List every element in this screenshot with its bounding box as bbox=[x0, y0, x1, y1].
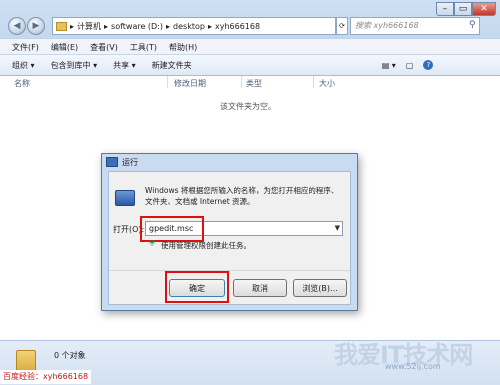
cancel-button[interactable]: 取消 bbox=[233, 279, 287, 297]
breadcrumb-desktop[interactable]: desktop bbox=[173, 22, 205, 31]
include-in-library-button[interactable]: 包含到库中 ▾ bbox=[51, 60, 98, 71]
folder-icon bbox=[56, 21, 67, 31]
minimize-icon: – bbox=[442, 4, 448, 14]
breadcrumb-separator: ▸ bbox=[166, 21, 171, 31]
dialog-divider bbox=[109, 270, 350, 271]
help-icon: ? bbox=[423, 60, 434, 70]
search-icon: ⚲ bbox=[469, 20, 476, 30]
run-description: Windows 将根据您所输入的名称，为您打开相应的程序、 文件夹、文档或 In… bbox=[145, 185, 355, 207]
run-description-line2: 文件夹、文档或 Internet 资源。 bbox=[145, 197, 255, 206]
preview-pane-icon: ▢ bbox=[405, 60, 414, 70]
browse-button[interactable]: 浏览(B)... bbox=[293, 279, 347, 297]
chevron-down-icon[interactable]: ▼ bbox=[335, 224, 340, 232]
back-button[interactable]: ◀ bbox=[8, 17, 26, 35]
source-caption: 百度经验：xyh666168 bbox=[0, 370, 92, 384]
highlight-ok-box bbox=[165, 271, 229, 303]
back-arrow-icon: ◀ bbox=[13, 21, 21, 31]
run-dialog-titlebar[interactable]: 运行 bbox=[102, 154, 357, 170]
breadcrumb-separator: ▸ bbox=[70, 21, 75, 31]
column-type[interactable]: 类型 bbox=[246, 78, 262, 89]
forward-button[interactable]: ▶ bbox=[27, 17, 45, 35]
menu-file[interactable]: 文件(F) bbox=[12, 42, 39, 53]
close-button[interactable]: ✕ bbox=[472, 2, 496, 16]
menu-bar: 文件(F) 编辑(E) 查看(V) 工具(T) 帮助(H) bbox=[0, 38, 500, 55]
organize-button[interactable]: 组织 ▾ bbox=[12, 60, 35, 71]
watermark-url: www.52ij.com bbox=[385, 362, 441, 371]
column-date-modified[interactable]: 修改日期 bbox=[174, 78, 206, 89]
column-size[interactable]: 大小 bbox=[319, 78, 335, 89]
breadcrumb-computer[interactable]: 计算机 bbox=[77, 21, 101, 32]
minimize-button[interactable]: – bbox=[436, 2, 454, 16]
column-divider bbox=[313, 76, 314, 88]
item-count: 0 个对象 bbox=[54, 351, 86, 360]
share-button[interactable]: 共享 ▾ bbox=[113, 60, 136, 71]
admin-note: 使用管理权限创建此任务。 bbox=[161, 241, 251, 250]
refresh-button[interactable]: ⟳ bbox=[336, 17, 348, 35]
close-icon: ✕ bbox=[480, 4, 488, 14]
refresh-icon: ⟳ bbox=[339, 22, 345, 30]
breadcrumb-separator: ▸ bbox=[104, 21, 109, 31]
breadcrumb-folder[interactable]: xyh666168 bbox=[215, 22, 260, 31]
column-headers: 名称 修改日期 类型 大小 bbox=[0, 76, 500, 90]
run-program-icon bbox=[115, 190, 135, 206]
shield-icon: ⛨ bbox=[149, 239, 155, 248]
breadcrumb-drive[interactable]: software (D:) bbox=[111, 22, 163, 31]
run-description-line1: Windows 将根据您所输入的名称，为您打开相应的程序、 bbox=[145, 186, 339, 195]
run-dialog: 运行 Windows 将根据您所输入的名称，为您打开相应的程序、 文件夹、文档或… bbox=[101, 153, 358, 311]
menu-help[interactable]: 帮助(H) bbox=[169, 42, 197, 53]
search-input[interactable]: 搜索 xyh666168 bbox=[350, 17, 480, 35]
menu-tools[interactable]: 工具(T) bbox=[130, 42, 157, 53]
run-dialog-body: Windows 将根据您所输入的名称，为您打开相应的程序、 文件夹、文档或 In… bbox=[108, 171, 351, 305]
forward-arrow-icon: ▶ bbox=[32, 21, 40, 31]
menu-edit[interactable]: 编辑(E) bbox=[51, 42, 78, 53]
breadcrumb-separator: ▸ bbox=[207, 21, 212, 31]
view-options-button[interactable]: ▤ ▾ bbox=[382, 61, 396, 70]
run-icon bbox=[106, 157, 118, 167]
column-name[interactable]: 名称 bbox=[14, 78, 30, 89]
column-divider bbox=[167, 76, 168, 88]
maximize-icon: ▭ bbox=[458, 4, 468, 14]
empty-folder-message: 该文件夹为空。 bbox=[220, 102, 276, 111]
command-bar: 组织 ▾ 包含到库中 ▾ 共享 ▾ 新建文件夹 ▤ ▾ ▢ ? bbox=[0, 54, 500, 76]
menu-view[interactable]: 查看(V) bbox=[90, 42, 118, 53]
view-icon: ▤ ▾ bbox=[381, 60, 396, 70]
run-dialog-title: 运行 bbox=[122, 157, 138, 167]
column-divider bbox=[241, 76, 242, 88]
preview-pane-button[interactable]: ▢ bbox=[406, 61, 414, 70]
help-button[interactable]: ? bbox=[423, 60, 434, 70]
new-folder-button[interactable]: 新建文件夹 bbox=[152, 60, 192, 71]
maximize-button[interactable]: ▭ bbox=[454, 2, 472, 16]
address-bar[interactable]: ▸ 计算机 ▸ software (D:) ▸ desktop ▸ xyh666… bbox=[52, 17, 336, 35]
